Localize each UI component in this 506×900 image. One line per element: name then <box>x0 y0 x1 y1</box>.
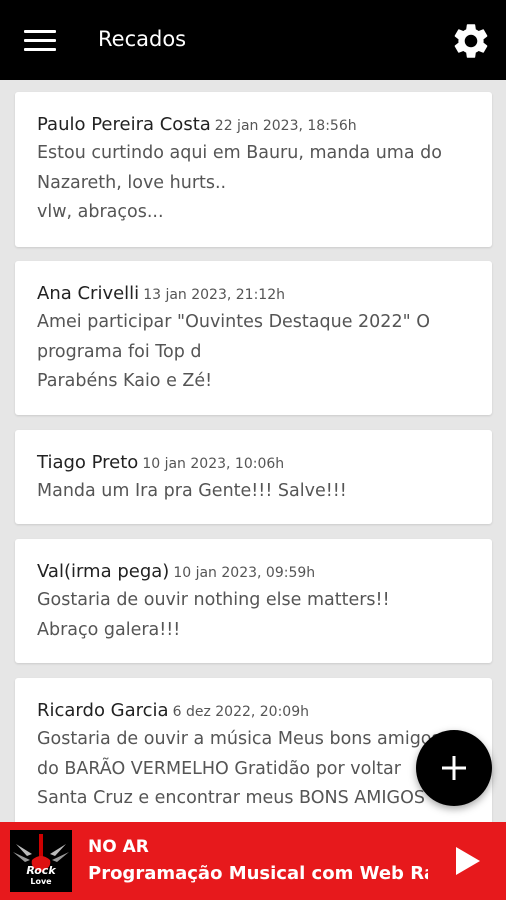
app-bar: Recados <box>0 0 506 80</box>
message-text: Gostaria de ouvir a música Meus bons ami… <box>37 729 441 808</box>
on-air-label: NO AR <box>88 837 149 857</box>
plus-icon <box>442 756 466 780</box>
messages-list[interactable]: Paulo Pereira Costa 22 jan 2023, 18:56h E… <box>0 80 506 822</box>
message-card[interactable]: Tiago Preto 10 jan 2023, 10:06h Manda um … <box>15 430 492 524</box>
message-date: 6 dez 2022, 20:09h <box>172 704 309 720</box>
message-author: Tiago Preto <box>37 452 139 473</box>
menu-icon[interactable] <box>24 30 56 52</box>
page-title: Recados <box>98 27 187 51</box>
gear-icon[interactable] <box>450 20 492 62</box>
message-author: Ana Crivelli <box>37 283 140 304</box>
program-title: Programação Musical com Web Rád.. <box>88 863 428 884</box>
message-author: Ricardo Garcia <box>37 700 169 721</box>
message-text: Estou curtindo aqui em Bauru, manda uma … <box>37 143 442 222</box>
svg-text:Love: Love <box>30 877 52 886</box>
message-text: Manda um Ira pra Gente!!! Salve!!! <box>37 481 347 501</box>
message-author: Paulo Pereira Costa <box>37 114 211 135</box>
message-card[interactable]: Val(irma pega) 10 jan 2023, 09:59h Gostar… <box>15 539 492 663</box>
message-date: 22 jan 2023, 18:56h <box>214 118 357 134</box>
add-message-button[interactable] <box>416 730 492 806</box>
message-card[interactable]: Paulo Pereira Costa 22 jan 2023, 18:56h E… <box>15 92 492 247</box>
message-date: 13 jan 2023, 21:12h <box>143 287 285 303</box>
message-text: Amei participar "Ouvintes Destaque 2022"… <box>37 312 430 391</box>
message-date: 10 jan 2023, 09:59h <box>173 565 316 581</box>
message-date: 10 jan 2023, 10:06h <box>142 456 285 472</box>
station-logo: Rock Love <box>10 830 72 892</box>
message-text: Gostaria de ouvir nothing else matters!!… <box>37 590 390 640</box>
message-author: Val(irma pega) <box>37 561 170 582</box>
message-card[interactable]: Ana Crivelli 13 jan 2023, 21:12h Amei par… <box>15 261 492 415</box>
play-icon[interactable] <box>454 846 482 876</box>
now-playing-bar[interactable]: Rock Love NO AR Programação Musical com … <box>0 822 506 900</box>
svg-text:Rock: Rock <box>26 864 56 877</box>
